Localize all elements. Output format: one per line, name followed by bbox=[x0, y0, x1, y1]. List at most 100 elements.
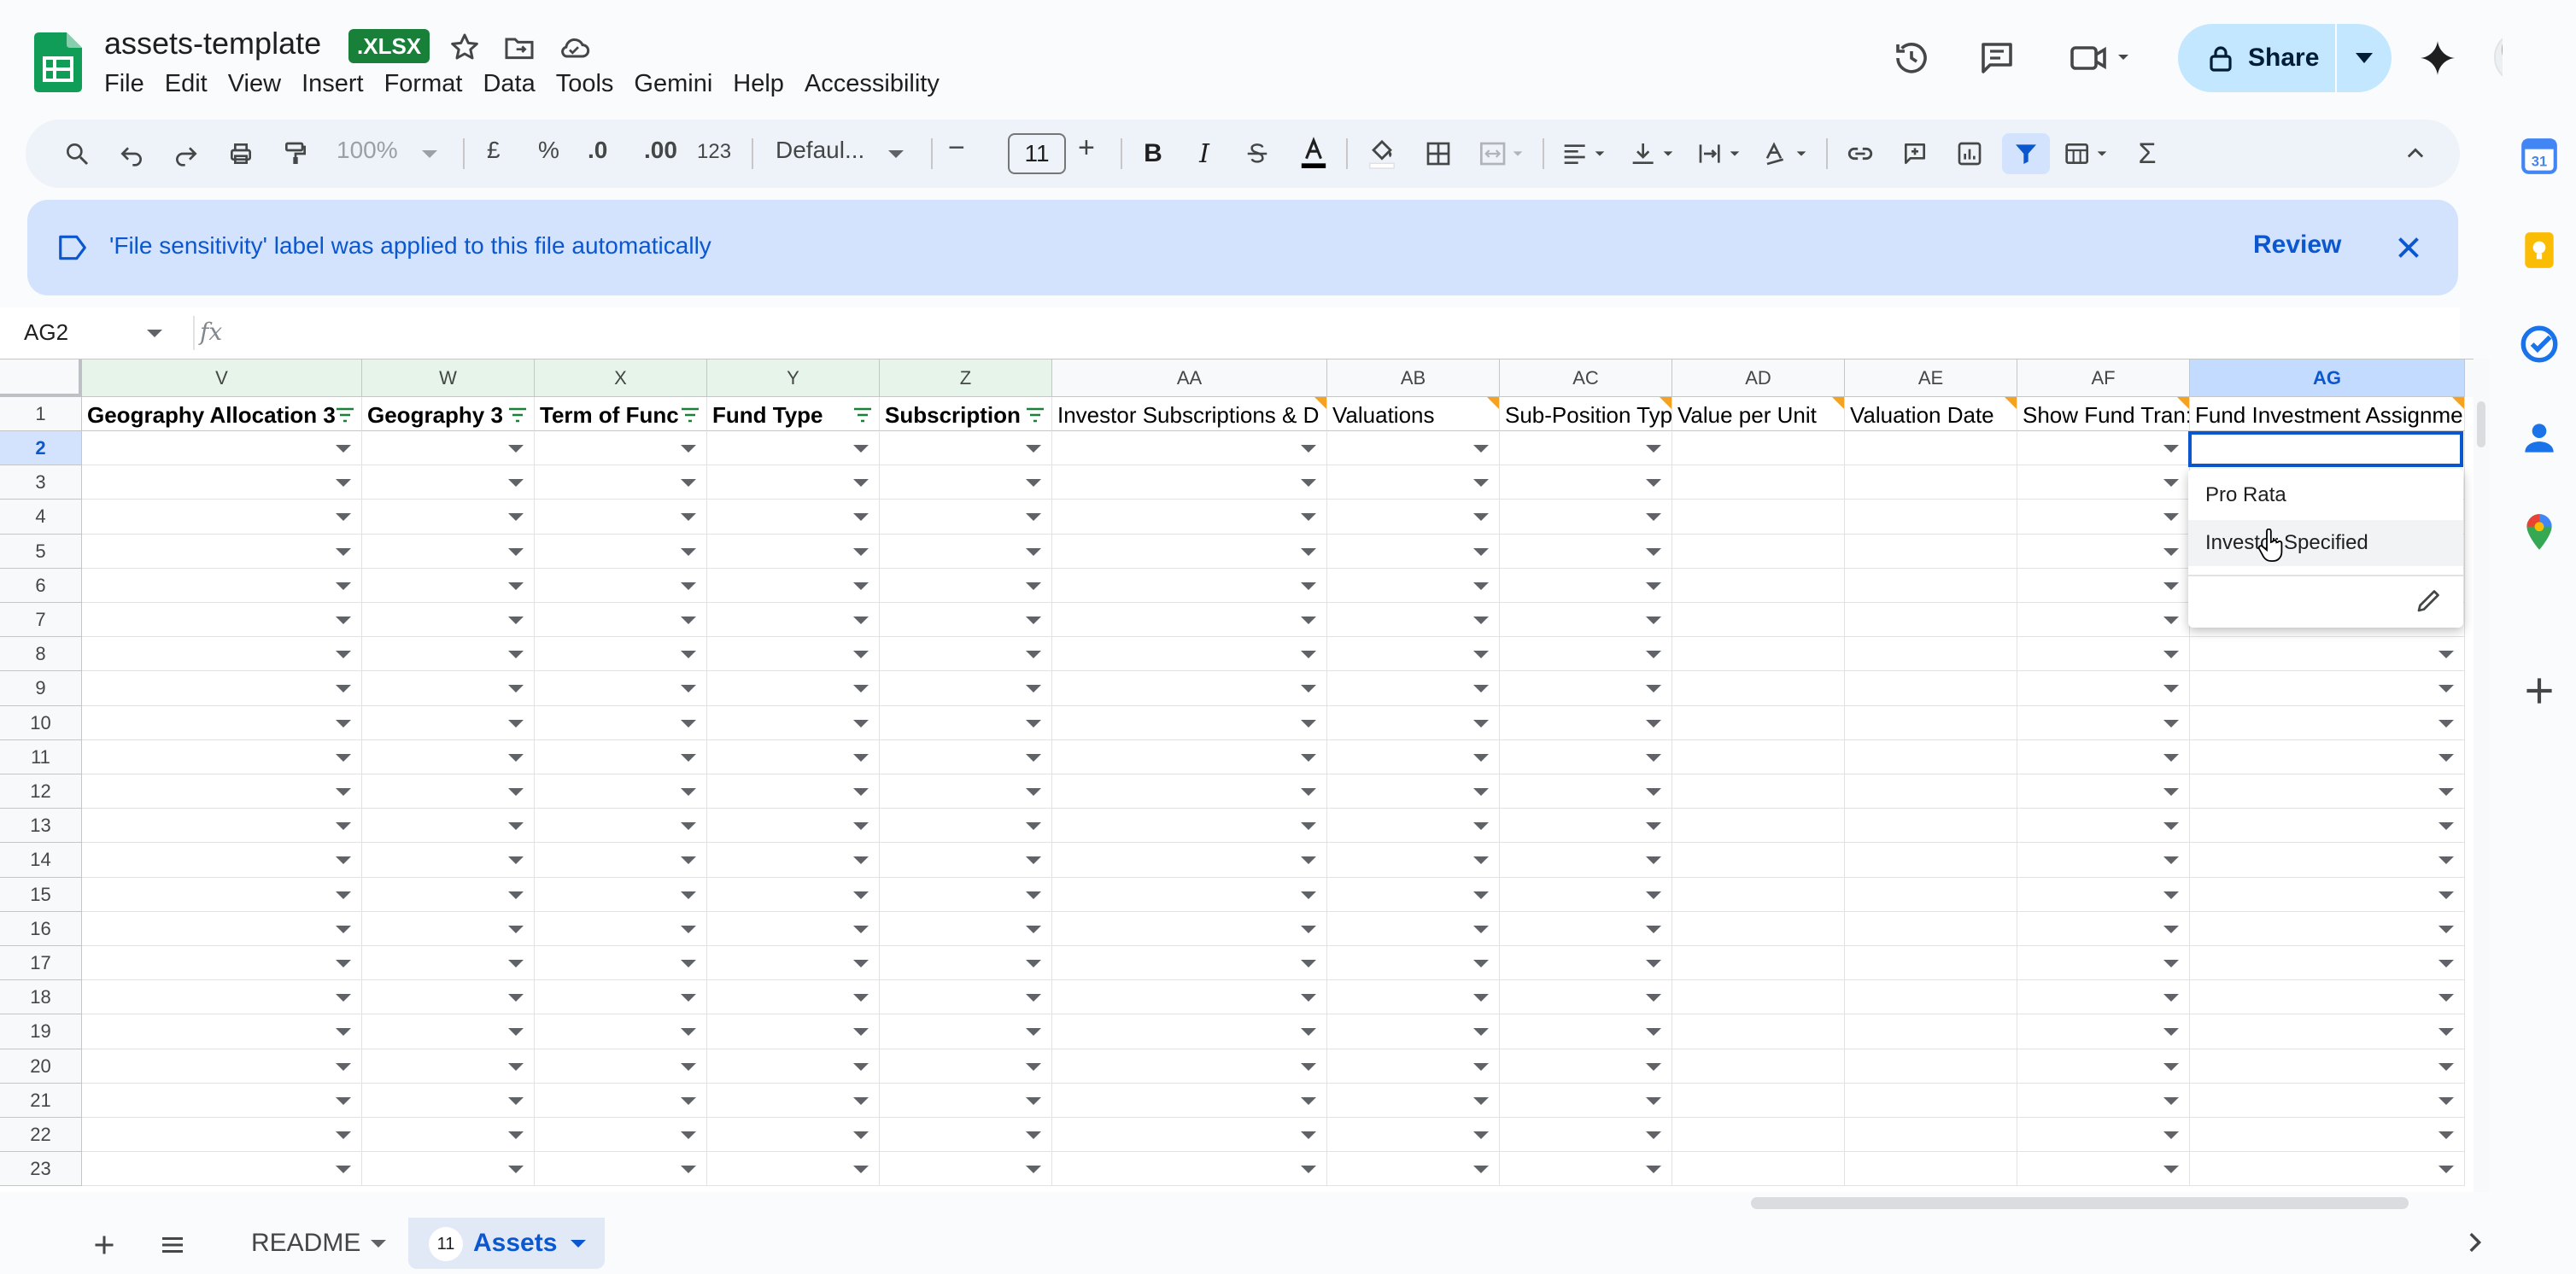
cell-v17[interactable] bbox=[82, 946, 362, 981]
comments-icon[interactable] bbox=[1976, 38, 2017, 79]
note-indicator-icon[interactable] bbox=[1660, 397, 1671, 409]
cell-dropdown-chevron-icon[interactable] bbox=[508, 753, 524, 762]
cell-y9[interactable] bbox=[707, 671, 880, 706]
menu-data[interactable]: Data bbox=[472, 68, 545, 100]
cell-dropdown-chevron-icon[interactable] bbox=[2163, 788, 2179, 797]
cell-ag10[interactable] bbox=[2190, 705, 2465, 740]
cell-dropdown-chevron-icon[interactable] bbox=[508, 445, 524, 453]
cell-ac23[interactable] bbox=[1500, 1152, 1672, 1187]
cell-ab12[interactable] bbox=[1327, 774, 1500, 809]
row-header-5[interactable]: 5 bbox=[0, 534, 82, 569]
text-color-icon[interactable] bbox=[1293, 133, 1334, 174]
name-box[interactable]: AG2 bbox=[24, 319, 68, 346]
cell-v8[interactable] bbox=[82, 637, 362, 672]
cell-ad15[interactable] bbox=[1672, 877, 1845, 912]
share-button[interactable]: Share bbox=[2178, 24, 2392, 92]
cell-dropdown-chevron-icon[interactable] bbox=[1301, 891, 1316, 899]
cell-dropdown-chevron-icon[interactable] bbox=[853, 719, 869, 728]
cell-dropdown-chevron-icon[interactable] bbox=[1473, 856, 1489, 865]
formula-input[interactable] bbox=[248, 316, 2434, 350]
cell-dropdown-chevron-icon[interactable] bbox=[1473, 547, 1489, 556]
column-filter-icon[interactable] bbox=[508, 407, 527, 423]
row-header-10[interactable]: 10 bbox=[0, 705, 82, 740]
cell-w16[interactable] bbox=[362, 911, 535, 946]
cell-dropdown-chevron-icon[interactable] bbox=[1301, 960, 1316, 968]
cell-dropdown-chevron-icon[interactable] bbox=[853, 445, 869, 453]
strikethrough-icon[interactable] bbox=[1237, 133, 1278, 174]
cell-dropdown-chevron-icon[interactable] bbox=[2163, 994, 2179, 1002]
cell-ae7[interactable] bbox=[1845, 603, 2017, 638]
cell-dropdown-chevron-icon[interactable] bbox=[853, 513, 869, 522]
column-header-w[interactable]: W bbox=[362, 359, 535, 397]
cell-dropdown-chevron-icon[interactable] bbox=[853, 651, 869, 659]
cell-dropdown-chevron-icon[interactable] bbox=[1026, 891, 1041, 899]
column-header-af[interactable]: AF bbox=[2017, 359, 2190, 397]
cell-dropdown-chevron-icon[interactable] bbox=[681, 1166, 696, 1174]
cell-aa13[interactable] bbox=[1052, 809, 1327, 844]
cell-dropdown-chevron-icon[interactable] bbox=[1473, 719, 1489, 728]
cell-dropdown-chevron-icon[interactable] bbox=[2163, 547, 2179, 556]
cell-dropdown-chevron-icon[interactable] bbox=[1473, 513, 1489, 522]
cell-ad10[interactable] bbox=[1672, 705, 1845, 740]
cell-x7[interactable] bbox=[535, 603, 707, 638]
cell-dropdown-chevron-icon[interactable] bbox=[681, 788, 696, 797]
cell-dropdown-chevron-icon[interactable] bbox=[1646, 1028, 1661, 1037]
cell-ae21[interactable] bbox=[1845, 1083, 2017, 1118]
cell-dropdown-chevron-icon[interactable] bbox=[853, 1096, 869, 1105]
cell-dropdown-chevron-icon[interactable] bbox=[1301, 822, 1316, 831]
cell-z11[interactable] bbox=[880, 739, 1052, 774]
cell-dropdown-chevron-icon[interactable] bbox=[1473, 1096, 1489, 1105]
cell-x8[interactable] bbox=[535, 637, 707, 672]
cell-z18[interactable] bbox=[880, 980, 1052, 1015]
cell-dropdown-chevron-icon[interactable] bbox=[681, 445, 696, 453]
cell-aa16[interactable] bbox=[1052, 911, 1327, 946]
font-dropdown-icon[interactable] bbox=[888, 150, 904, 158]
cell-dropdown-chevron-icon[interactable] bbox=[1473, 994, 1489, 1002]
cell-ad8[interactable] bbox=[1672, 637, 1845, 672]
cell-dropdown-chevron-icon[interactable] bbox=[508, 581, 524, 590]
cell-dropdown-chevron-icon[interactable] bbox=[2163, 1131, 2179, 1140]
cell-aa18[interactable] bbox=[1052, 980, 1327, 1015]
cell-z2[interactable] bbox=[880, 431, 1052, 466]
cell-aa12[interactable] bbox=[1052, 774, 1327, 809]
vertical-align-icon[interactable] bbox=[1625, 133, 1684, 174]
tasks-icon[interactable] bbox=[2518, 323, 2561, 365]
row-header-13[interactable]: 13 bbox=[0, 809, 82, 844]
row-header-7[interactable]: 7 bbox=[0, 603, 82, 638]
name-box-dropdown-icon[interactable] bbox=[147, 330, 162, 337]
cell-w12[interactable] bbox=[362, 774, 535, 809]
decrease-font-size-button[interactable]: − bbox=[948, 131, 965, 165]
cell-dropdown-chevron-icon[interactable] bbox=[1473, 822, 1489, 831]
cell-dropdown-chevron-icon[interactable] bbox=[1646, 1096, 1661, 1105]
row-header-21[interactable]: 21 bbox=[0, 1083, 82, 1118]
cell-dropdown-chevron-icon[interactable] bbox=[681, 617, 696, 625]
cell-dropdown-chevron-icon[interactable] bbox=[853, 1028, 869, 1037]
cell-dropdown-chevron-icon[interactable] bbox=[1646, 547, 1661, 556]
cell-dropdown-chevron-icon[interactable] bbox=[853, 685, 869, 693]
cell-w21[interactable] bbox=[362, 1083, 535, 1118]
cell-dropdown-chevron-icon[interactable] bbox=[1646, 788, 1661, 797]
text-wrapping-icon[interactable] bbox=[1691, 133, 1751, 174]
cell-y10[interactable] bbox=[707, 705, 880, 740]
cell-aa19[interactable] bbox=[1052, 1014, 1327, 1049]
column-filter-icon[interactable] bbox=[853, 407, 872, 423]
cell-dropdown-chevron-icon[interactable] bbox=[1301, 1062, 1316, 1071]
cell-dropdown-chevron-icon[interactable] bbox=[336, 445, 351, 453]
cell-dropdown-chevron-icon[interactable] bbox=[1473, 1028, 1489, 1037]
cell-x23[interactable] bbox=[535, 1152, 707, 1187]
review-button[interactable]: Review bbox=[2253, 231, 2341, 260]
cell-z6[interactable] bbox=[880, 568, 1052, 603]
cell-ad2[interactable] bbox=[1672, 431, 1845, 466]
decrease-decimal-button[interactable]: .0 bbox=[588, 137, 607, 164]
cell-dropdown-chevron-icon[interactable] bbox=[1473, 788, 1489, 797]
header-cell-z[interactable]: Subscription bbox=[880, 397, 1052, 431]
cell-dropdown-chevron-icon[interactable] bbox=[681, 479, 696, 488]
cell-v16[interactable] bbox=[82, 911, 362, 946]
cell-w22[interactable] bbox=[362, 1118, 535, 1153]
cell-aa17[interactable] bbox=[1052, 946, 1327, 981]
cell-dropdown-chevron-icon[interactable] bbox=[336, 1028, 351, 1037]
cell-v14[interactable] bbox=[82, 843, 362, 878]
cell-dropdown-chevron-icon[interactable] bbox=[853, 479, 869, 488]
cell-dropdown-chevron-icon[interactable] bbox=[336, 513, 351, 522]
cell-v10[interactable] bbox=[82, 705, 362, 740]
